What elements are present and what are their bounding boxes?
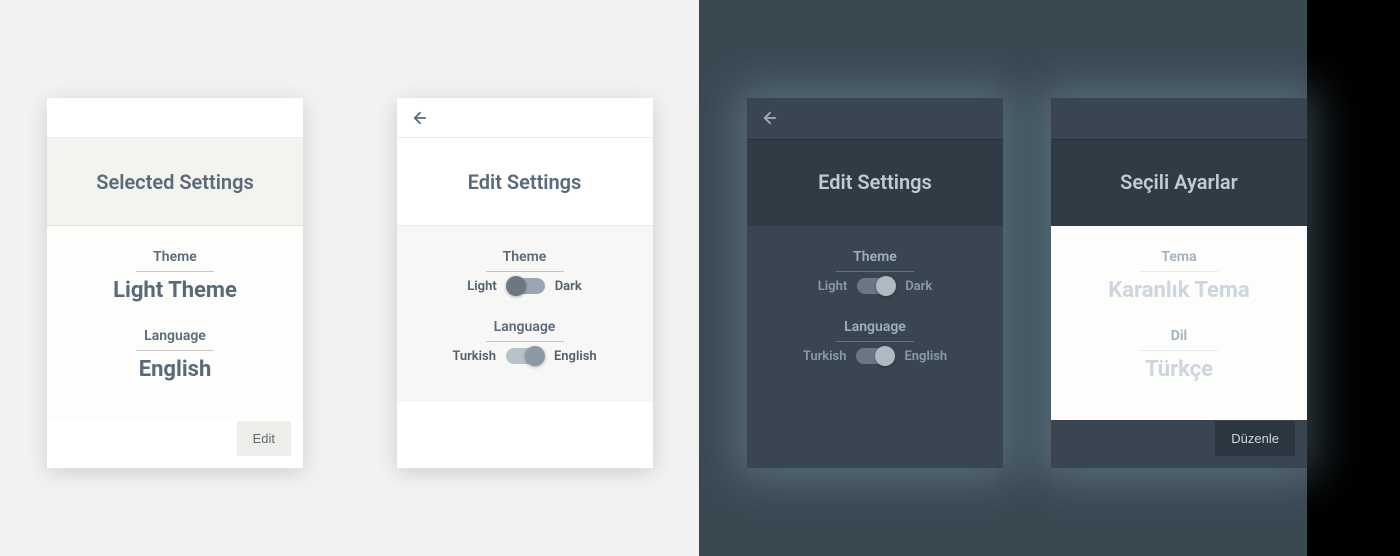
app-topbar [397, 98, 653, 138]
theme-option-dark: Dark [555, 279, 582, 294]
language-switch[interactable] [506, 348, 544, 364]
theme-option-dark: Dark [905, 279, 932, 294]
card-body: Theme Light Theme Language English [47, 226, 303, 420]
back-arrow-icon[interactable] [761, 109, 779, 127]
theme-section: Tema Karanlık Tema [1069, 246, 1289, 303]
theme-value: Karanlık Tema [1069, 278, 1289, 303]
theme-label: Tema [1161, 249, 1196, 269]
settings-card-dark: Seçili Ayarlar Tema Karanlık Tema Dil Tü… [1051, 98, 1307, 468]
divider [486, 271, 564, 272]
theme-section: Theme Light Dark [765, 246, 985, 294]
panel-selected-dark: Seçili Ayarlar Tema Karanlık Tema Dil Tü… [1051, 0, 1307, 556]
edit-button[interactable]: Edit [237, 421, 291, 456]
language-value: English [65, 357, 285, 382]
card-body: Tema Karanlık Tema Dil Türkçe [1051, 226, 1307, 420]
edit-card: Edit Settings Theme Light Dark Language … [397, 98, 653, 468]
card-title-band: Seçili Ayarlar [1051, 138, 1307, 226]
language-toggle-row: Turkish English [765, 348, 985, 364]
theme-option-light: Light [467, 279, 496, 294]
page-title: Edit Settings [468, 170, 582, 194]
language-section: Dil Türkçe [1069, 325, 1289, 382]
card-body: Theme Light Dark Language Turkish Englis… [397, 226, 653, 402]
divider [1140, 271, 1218, 272]
settings-card: Selected Settings Theme Light Theme Lang… [47, 98, 303, 468]
theme-section: Theme Light Theme [65, 246, 285, 303]
page-title: Seçili Ayarlar [1120, 170, 1238, 194]
edit-card-dark: Edit Settings Theme Light Dark Language … [747, 98, 1003, 468]
language-section: Language Turkish English [765, 316, 985, 364]
app-topbar [747, 98, 1003, 138]
app-topbar [1051, 98, 1307, 138]
theme-toggle-row: Light Dark [765, 278, 985, 294]
theme-value: Light Theme [65, 278, 285, 303]
divider [1140, 350, 1218, 351]
edit-button[interactable]: Düzenle [1215, 421, 1295, 456]
language-toggle-row: Turkish English [415, 348, 635, 364]
theme-label: Theme [503, 249, 547, 269]
theme-label: Theme [853, 249, 897, 269]
panel-edit-dark: Edit Settings Theme Light Dark Language … [699, 0, 1051, 556]
page-title: Edit Settings [818, 170, 932, 194]
language-section: Language Turkish English [415, 316, 635, 364]
card-title-band: Edit Settings [397, 138, 653, 226]
language-label: Dil [1171, 328, 1187, 348]
language-value: Türkçe [1069, 357, 1289, 382]
theme-option-light: Light [818, 279, 847, 294]
language-section: Language English [65, 325, 285, 382]
language-option-english: English [554, 349, 597, 364]
card-title-band: Selected Settings [47, 138, 303, 226]
divider [136, 271, 214, 272]
language-switch[interactable] [856, 348, 894, 364]
back-arrow-icon[interactable] [411, 109, 429, 127]
switch-knob [875, 346, 895, 366]
page-title: Selected Settings [96, 170, 254, 194]
app-topbar [47, 98, 303, 138]
switch-knob [506, 276, 526, 296]
divider [836, 341, 914, 342]
switch-knob [876, 276, 896, 296]
switch-knob [525, 346, 545, 366]
language-label: Language [844, 319, 906, 339]
language-option-english: English [904, 349, 947, 364]
language-option-turkish: Turkish [803, 349, 847, 364]
theme-switch[interactable] [857, 278, 895, 294]
card-title-band: Edit Settings [747, 138, 1003, 226]
panel-selected-light: Selected Settings Theme Light Theme Lang… [0, 0, 350, 556]
language-label: Language [494, 319, 556, 339]
theme-toggle-row: Light Dark [415, 278, 635, 294]
divider [836, 271, 914, 272]
language-label: Language [144, 328, 206, 348]
theme-label: Theme [153, 249, 197, 269]
theme-section: Theme Light Dark [415, 246, 635, 294]
theme-switch[interactable] [507, 278, 545, 294]
card-body: Theme Light Dark Language Turkish Englis… [747, 226, 1003, 402]
divider [486, 341, 564, 342]
divider [136, 350, 214, 351]
language-option-turkish: Turkish [452, 349, 496, 364]
panel-edit-light: Edit Settings Theme Light Dark Language … [350, 0, 699, 556]
